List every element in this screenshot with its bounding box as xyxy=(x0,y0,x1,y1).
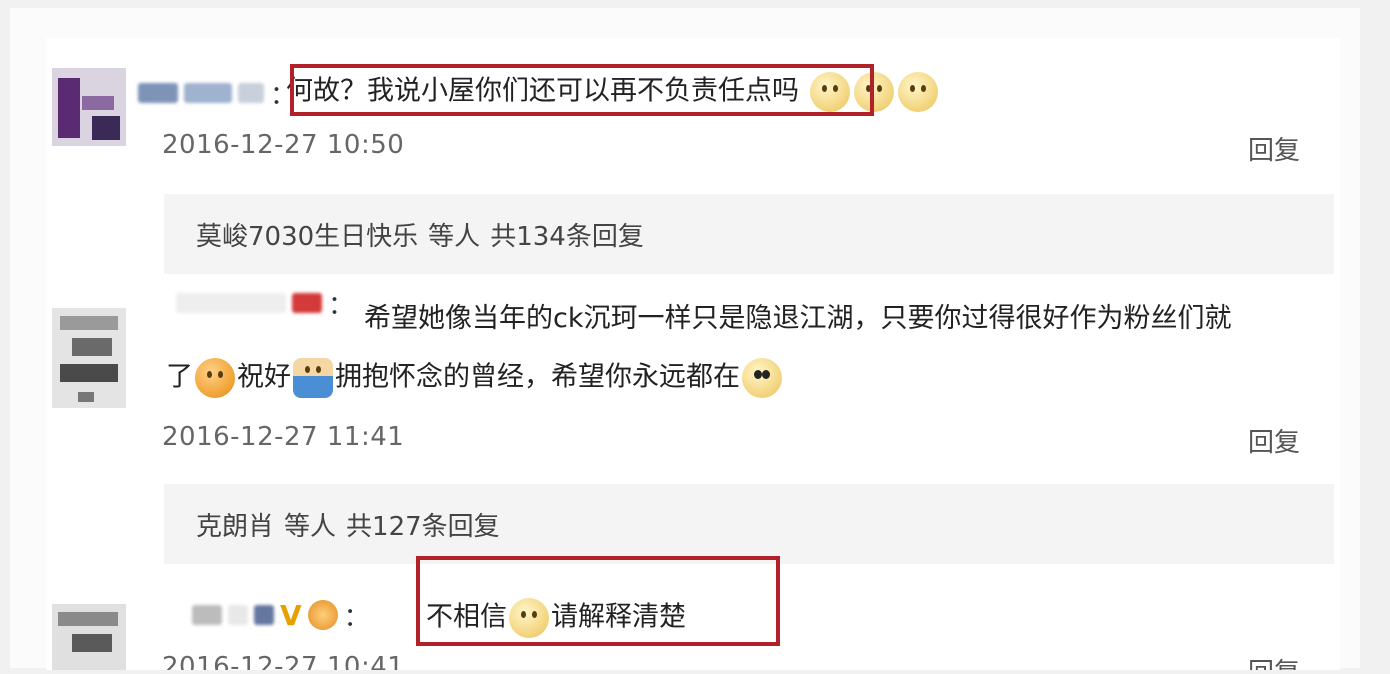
smile-emoji xyxy=(853,72,894,112)
comment-colon: ： xyxy=(343,602,370,633)
comment-list: ： 何故？我说小屋你们还可以再不负责任点吗 2016-12-27 10:50 回… xyxy=(46,38,1340,670)
comment-colon: ： xyxy=(328,290,355,321)
sub-replies-suffix: 等人 xyxy=(284,511,337,542)
fan-badge-icon xyxy=(307,600,338,630)
sub-replies-count: 共134条回复 xyxy=(490,221,644,252)
comment-text-line1: 希望她像当年的ck沉珂一样只是隐退江湖，只要你过得很好作为粉丝们就 xyxy=(364,303,1232,334)
sub-replies-suffix: 等人 xyxy=(428,221,481,252)
reply-button[interactable]: 回复 xyxy=(1248,422,1300,459)
comment-text-line2: 了 祝好 拥抱怀念的曾经，希望你永远都在 xyxy=(166,358,784,398)
reply-button[interactable]: 回复 xyxy=(1248,130,1300,167)
angry-emoji xyxy=(195,358,235,398)
username-blurred[interactable]: ： xyxy=(176,290,354,321)
page: ： 何故？我说小屋你们还可以再不负责任点吗 2016-12-27 10:50 回… xyxy=(10,8,1360,670)
avatar[interactable] xyxy=(52,604,126,670)
comment-text: 不相信 请解释清楚 xyxy=(426,598,686,638)
reply-button[interactable]: 回复 xyxy=(1248,652,1300,670)
comment-body: 何故？我说小屋你们还可以再不负责任点吗 xyxy=(286,75,799,107)
sub-replies-users: 莫峻7030生日快乐 xyxy=(196,221,419,252)
smile-emoji xyxy=(509,598,549,638)
comment-time: 2016-12-27 11:41 xyxy=(162,422,405,452)
avatar[interactable] xyxy=(52,308,126,408)
comment-time: 2016-12-27 10:41 xyxy=(162,652,405,670)
comment-text-fragment: 不相信 xyxy=(426,601,507,633)
smile-emoji xyxy=(809,72,850,112)
person-emoji xyxy=(293,358,333,398)
avatar[interactable] xyxy=(52,68,126,146)
sub-replies-link[interactable]: 莫峻7030生日快乐 等人 共134条回复 xyxy=(164,194,1334,274)
sub-replies-users: 克朗肖 xyxy=(196,511,275,542)
comment-text-fragment: 了 xyxy=(166,361,193,393)
username-blurred[interactable]: V ： xyxy=(192,599,370,633)
comment-text-fragment: 拥抱怀念的曾经，希望你永远都在 xyxy=(335,361,740,393)
sub-replies-count: 共127条回复 xyxy=(346,511,500,542)
comment-text: 何故？我说小屋你们还可以再不负责任点吗 xyxy=(286,72,940,112)
comment-text-fragment: 祝好 xyxy=(237,361,291,393)
vip-badge: V xyxy=(280,598,302,632)
sub-replies-link[interactable]: 克朗肖 等人 共127条回复 xyxy=(164,484,1334,564)
smile-emoji xyxy=(897,72,938,112)
sad-emoji xyxy=(742,358,782,398)
username-blurred[interactable]: ： xyxy=(138,80,296,111)
comment-time: 2016-12-27 10:50 xyxy=(162,130,405,160)
comment-text-fragment: 请解释清楚 xyxy=(551,601,686,633)
